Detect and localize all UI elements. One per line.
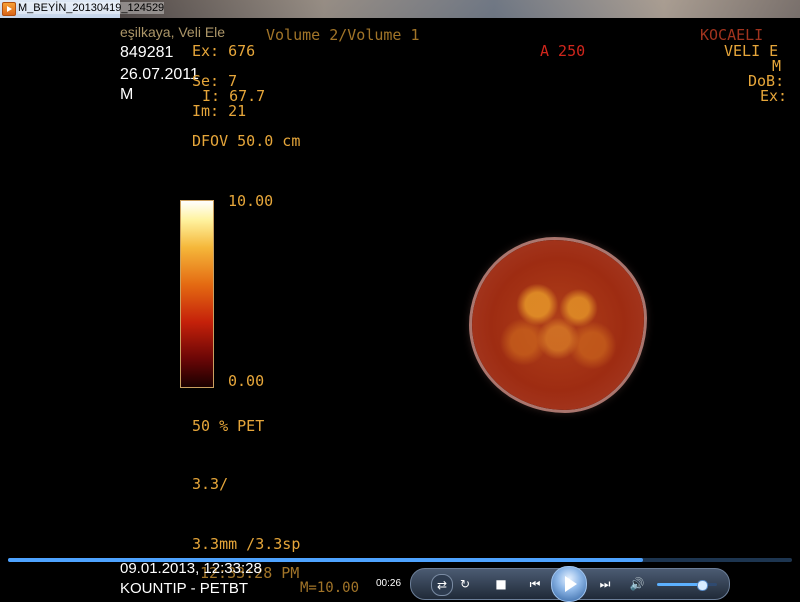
- volume-button[interactable]: 🔊: [627, 574, 647, 594]
- title-bar: M_BEYİN_20130419_124529: [0, 0, 800, 19]
- speaker-icon: 🔊: [629, 577, 645, 591]
- transport-controls: ⇄ ↻ ■ ⏮ ⏭ 🔊: [410, 566, 730, 602]
- elapsed-time: 00:26: [376, 578, 402, 589]
- bottom-datetime: 09.01.2013, 12:33:28: [120, 560, 262, 577]
- next-button[interactable]: ⏭: [591, 574, 619, 594]
- play-button[interactable]: [551, 566, 587, 602]
- scan-a-value: A 250: [540, 42, 586, 60]
- colorbar-min-label: 0.00: [228, 372, 265, 390]
- shuffle-button[interactable]: ⇄: [431, 574, 453, 596]
- colorbar-max-label: 10.00: [228, 192, 274, 210]
- repeat-icon: ↻: [459, 577, 471, 591]
- scan-right-ex: Ex:: [760, 87, 788, 105]
- blurred-background-band: [120, 0, 800, 18]
- seek-bar[interactable]: [8, 558, 792, 562]
- next-icon: ⏭: [599, 577, 611, 591]
- scan-window-level: M=10.00: [300, 580, 360, 596]
- previous-button[interactable]: ⏮: [515, 574, 555, 594]
- patient-id: 849281: [120, 44, 174, 61]
- scan-right-name: VELI E: [724, 42, 779, 60]
- shuffle-icon: ⇄: [436, 578, 448, 592]
- scan-ex: Ex: 676: [192, 42, 256, 60]
- scan-dfov: DFOV 50.0 cm: [192, 132, 301, 150]
- scan-blend: 50 % PET: [192, 417, 265, 435]
- window-title: M_BEYİN_20130419_124529: [18, 2, 165, 14]
- pet-brain-scan: [472, 240, 644, 410]
- stop-button[interactable]: ■: [491, 574, 511, 594]
- media-player-icon: [2, 2, 16, 16]
- scan-thickness: 3.3mm /3.3sp: [192, 535, 301, 553]
- repeat-button[interactable]: ↻: [455, 574, 475, 594]
- volume-slider-thumb[interactable]: [697, 580, 708, 591]
- pet-colorbar: [180, 200, 214, 388]
- bottom-label: KOUNTIP - PETBT: [120, 580, 249, 597]
- scan-im: Im: 21: [192, 102, 247, 120]
- patient-date: 26.07.2011: [120, 66, 199, 83]
- seek-bar-fill: [8, 558, 644, 562]
- patient-sex: M: [120, 86, 134, 103]
- scan-volume: Volume 2/Volume 1: [266, 26, 420, 44]
- previous-icon: ⏮: [529, 577, 541, 591]
- patient-name-partial: eşilkaya, Veli Ele: [120, 24, 226, 40]
- scan-thickness-short: 3.3/: [192, 475, 229, 493]
- volume-slider[interactable]: [657, 580, 717, 591]
- volume-slider-fill: [657, 583, 702, 586]
- stop-icon: ■: [495, 577, 507, 591]
